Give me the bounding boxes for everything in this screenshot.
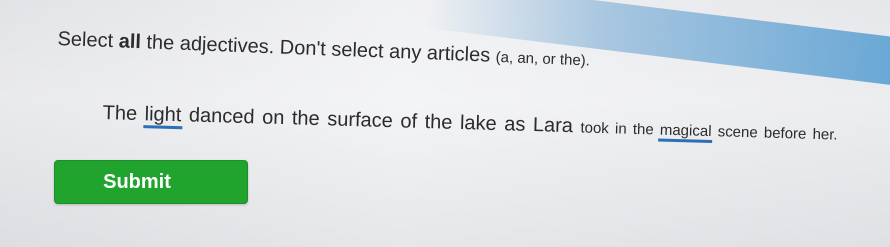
word-surface[interactable]: surface: [326, 108, 394, 132]
word-the[interactable]: the: [632, 121, 655, 139]
word-as[interactable]: as: [503, 113, 527, 136]
word-lara[interactable]: Lara: [532, 114, 575, 137]
word-the[interactable]: the: [423, 111, 453, 134]
word-before[interactable]: before: [763, 124, 808, 142]
sentence: The light danced on the surface of the l…: [101, 102, 839, 146]
word-lake[interactable]: lake: [459, 112, 498, 135]
instruction-part2: the adjectives. Don't select any article…: [140, 31, 497, 67]
instruction-all: all: [118, 30, 142, 54]
instruction-part1: Select: [57, 28, 120, 53]
word-her[interactable]: her.: [811, 126, 838, 144]
instruction-articles: (a, an, or the).: [495, 48, 591, 70]
word-the[interactable]: The: [101, 102, 138, 125]
word-on[interactable]: on: [261, 106, 286, 129]
word-of[interactable]: of: [399, 110, 418, 133]
word-light[interactable]: light: [143, 103, 183, 130]
sentence-main: The light danced on the surface of the l…: [101, 102, 574, 137]
word-took[interactable]: took: [579, 119, 610, 137]
sentence-tail: took in the magical scene before her.: [579, 119, 839, 143]
word-the[interactable]: the: [291, 107, 321, 130]
word-scene[interactable]: scene: [716, 123, 758, 141]
instruction-text: Select all the adjectives. Don't select …: [57, 28, 590, 71]
submit-label: Submit: [103, 170, 171, 193]
question-panel: Select all the adjectives. Don't select …: [54, 28, 878, 238]
word-in[interactable]: in: [614, 120, 628, 137]
word-danced[interactable]: danced: [188, 104, 256, 128]
word-magical[interactable]: magical: [658, 121, 713, 144]
submit-button[interactable]: Submit: [54, 160, 248, 204]
